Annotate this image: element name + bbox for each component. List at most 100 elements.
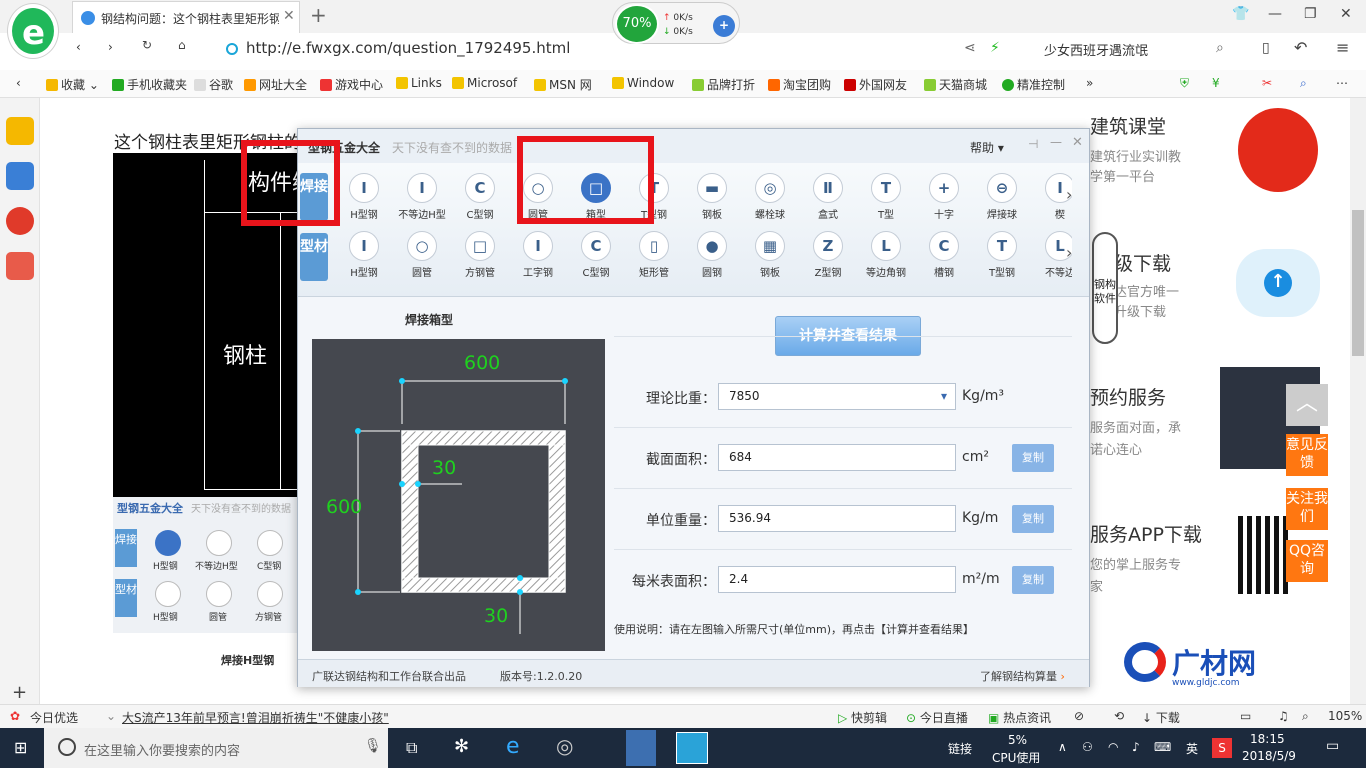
more-icon[interactable]: ⋯ xyxy=(1336,76,1348,90)
dialog-titlebar[interactable]: 型钢五金大全 天下没有查不到的数据 帮助 ▾ ⊣ — ✕ xyxy=(298,129,1089,163)
copy-surface-button[interactable]: 复制 xyxy=(1012,566,1054,594)
profile-type-button[interactable]: ○ 圆管 xyxy=(394,229,450,285)
surface-output[interactable]: 2.4 xyxy=(718,566,956,593)
ad-card[interactable]: 建筑课堂 建筑行业实训教 学第一平台 xyxy=(1088,100,1326,200)
flange-thickness-dimension[interactable]: 30 xyxy=(484,605,508,627)
status-icon[interactable]: ⌕ xyxy=(1302,709,1309,724)
mail-icon[interactable] xyxy=(6,252,34,280)
windows-start-icon[interactable]: ⊞ xyxy=(14,738,27,757)
keyboard-icon[interactable]: ⌨ xyxy=(1154,740,1171,754)
follow-button[interactable]: 关注我们 xyxy=(1286,488,1328,530)
profile-type-button[interactable]: C C型钢 xyxy=(452,171,508,227)
speed-plus-icon[interactable]: + xyxy=(713,15,735,37)
profile-type-button[interactable]: I 工字钢 xyxy=(510,229,566,285)
bookmark-item[interactable]: 精准控制 xyxy=(1002,76,1065,93)
bookmark-item[interactable]: 游戏中心 xyxy=(320,76,383,93)
page-scrollbar[interactable] xyxy=(1350,98,1366,704)
status-item[interactable]: ▣ 热点资讯 xyxy=(988,709,1051,726)
status-icon[interactable]: ⊘ xyxy=(1074,709,1084,723)
status-item[interactable]: ▷ 快剪辑 xyxy=(838,709,887,726)
star-icon[interactable] xyxy=(6,117,34,145)
notifications-icon[interactable]: ▭ xyxy=(1326,738,1339,754)
bookmark-item[interactable]: 外国网友 xyxy=(844,76,907,93)
ad-card[interactable]: 级下载 达官方唯一 升级下载 ↑ xyxy=(1088,233,1326,333)
forward-icon[interactable]: › xyxy=(108,40,113,54)
taskbar-search-input[interactable]: 在这里输入你要搜索的内容 xyxy=(84,740,240,759)
profile-type-button[interactable]: ▬ 钢板 xyxy=(684,171,740,227)
area-output[interactable]: 684 xyxy=(718,444,956,471)
profile-type-button[interactable]: L 等边角钢 xyxy=(858,229,914,285)
status-icon[interactable]: ⟲ xyxy=(1114,709,1124,723)
profile-type-button[interactable]: ◎ 螺栓球 xyxy=(742,171,798,227)
bookmark-item[interactable]: 收藏 ⌄ xyxy=(46,76,99,93)
row-scroll-right-icon[interactable]: › xyxy=(1066,185,1072,204)
status-item[interactable]: ↓ 下载 xyxy=(1142,709,1180,726)
profile-type-button[interactable]: C C型钢 xyxy=(568,229,624,285)
status-icon[interactable]: ▭ xyxy=(1240,709,1251,723)
clock-time[interactable]: 18:15 xyxy=(1250,732,1285,746)
pin-icon[interactable]: ⊣ xyxy=(1028,137,1038,151)
weight-output[interactable]: 536.94 xyxy=(718,505,956,532)
profile-type-button[interactable]: I 不等边H型 xyxy=(394,171,450,227)
new-tab-button[interactable]: + xyxy=(310,3,327,27)
restore-icon[interactable]: ❐ xyxy=(1304,6,1317,22)
refresh-icon[interactable]: ↻ xyxy=(142,38,152,52)
profile-type-button[interactable]: I H型钢 xyxy=(336,229,392,285)
shirt-icon[interactable]: 👕 xyxy=(1232,6,1249,22)
profile-type-button[interactable]: Z Z型钢 xyxy=(800,229,856,285)
microphone-icon[interactable]: 🎙 xyxy=(364,738,382,754)
bookmark-item[interactable]: Links xyxy=(396,76,442,90)
menu-icon[interactable]: ≡ xyxy=(1336,38,1349,57)
bookmark-item[interactable]: 谷歌 xyxy=(194,76,233,93)
profile-type-button[interactable]: ▯ 矩形管 xyxy=(626,229,682,285)
scissors-icon[interactable]: ✂ xyxy=(1262,76,1272,90)
profile-type-button[interactable]: + 十字 xyxy=(916,171,972,227)
taskbar-search[interactable]: 在这里输入你要搜索的内容 🎙 xyxy=(44,728,388,768)
close-window-icon[interactable]: ✕ xyxy=(1340,6,1352,22)
zoom-level[interactable]: 105% xyxy=(1328,709,1362,723)
share-icon[interactable]: ⋖ xyxy=(964,40,976,56)
back-to-top-icon[interactable]: ︿ xyxy=(1286,384,1328,426)
dialog-close-icon[interactable]: ✕ xyxy=(1072,135,1083,150)
footer-link[interactable]: 了解钢结构算量 › xyxy=(980,668,1065,684)
url-input[interactable]: http://e.fwxgx.com/question_1792495.html xyxy=(246,39,570,57)
wifi-icon[interactable]: ◠ xyxy=(1108,740,1118,754)
weibo-icon[interactable] xyxy=(6,207,34,235)
volume-icon[interactable]: ♪ xyxy=(1132,740,1140,754)
yen-icon[interactable]: ¥ xyxy=(1212,76,1220,90)
browser-logo-icon[interactable]: e xyxy=(8,4,58,58)
shield-icon[interactable]: ⛨ xyxy=(1180,76,1189,91)
tab-close-icon[interactable]: ✕ xyxy=(283,8,295,24)
status-icon[interactable]: ♫ xyxy=(1278,709,1289,723)
speed-widget[interactable]: 70% ↑ 0K/s ↓ 0K/s + xyxy=(612,2,740,44)
people-icon[interactable]: ⚇ xyxy=(1082,740,1093,754)
height-dimension[interactable]: 600 xyxy=(326,496,362,518)
bookmark-item[interactable]: 淘宝团购 xyxy=(768,76,831,93)
copy-weight-button[interactable]: 复制 xyxy=(1012,505,1054,533)
bookmark-item[interactable]: 手机收藏夹 xyxy=(112,76,187,93)
search-icon[interactable]: ⌕ xyxy=(1216,40,1224,56)
search-input[interactable]: 少女西班牙遇流氓 xyxy=(1044,40,1148,59)
calculator-app-icon[interactable] xyxy=(676,732,708,764)
active-tab[interactable]: 钢结构问题：这个钢柱表里矩形钢 ✕ xyxy=(72,1,300,33)
feedback-button[interactable]: 意见反馈 xyxy=(1286,434,1328,476)
profile-type-button[interactable]: ▦ 钢板 xyxy=(742,229,798,285)
phone-icon[interactable]: ▯ xyxy=(1262,40,1270,56)
network-label[interactable]: 链接 xyxy=(948,740,972,757)
scrollbar-thumb[interactable] xyxy=(1352,210,1364,356)
bookmark-toggle-icon[interactable]: ‹ xyxy=(16,76,21,90)
status-news-link[interactable]: 大S流产13年前早预言!曾泪崩祈祷生"不健康小孩" xyxy=(122,709,389,726)
undo-icon[interactable]: ↶ xyxy=(1294,38,1307,57)
bookmark-item[interactable]: Microsof xyxy=(452,76,517,90)
density-select[interactable]: 7850 ▾ xyxy=(718,383,956,410)
add-icon[interactable]: + xyxy=(12,682,27,703)
bookmark-item[interactable]: 天猫商城 xyxy=(924,76,987,93)
qq-consult-button[interactable]: QQ咨询 xyxy=(1286,540,1328,582)
profile-type-button[interactable]: T T型 xyxy=(858,171,914,227)
sogou-icon[interactable]: S xyxy=(1212,738,1232,758)
row-scroll-right-icon[interactable]: › xyxy=(1066,243,1072,262)
clock-date[interactable]: 2018/5/9 xyxy=(1242,749,1296,763)
task-view-icon[interactable]: ⧉ xyxy=(406,738,417,758)
width-dimension[interactable]: 600 xyxy=(464,352,500,374)
status-item[interactable]: ⊙ 今日直播 xyxy=(906,709,968,726)
